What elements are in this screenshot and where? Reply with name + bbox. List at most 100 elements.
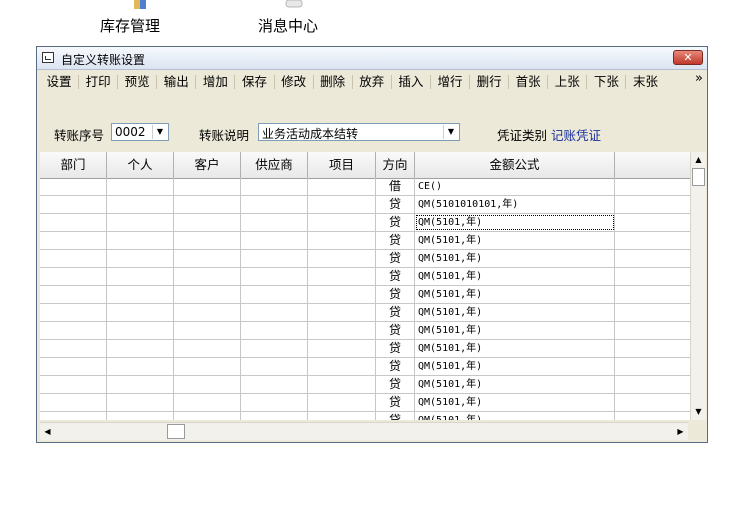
- supplier-cell[interactable]: [241, 412, 308, 420]
- direction-cell[interactable]: 贷: [376, 322, 415, 339]
- person-cell[interactable]: [107, 232, 174, 249]
- project-cell[interactable]: [308, 340, 376, 357]
- close-button[interactable]: ✕: [673, 50, 703, 65]
- table-row[interactable]: 贷QM(5101,年): [40, 232, 692, 250]
- formula-cell[interactable]: QM(5101,年): [415, 232, 615, 249]
- filler-cell[interactable]: [615, 394, 692, 411]
- toolbar-edit-button[interactable]: 修改: [278, 70, 310, 94]
- column-header-customer[interactable]: 客户: [174, 152, 241, 178]
- dept-cell[interactable]: [40, 358, 107, 375]
- toolbar-last-button[interactable]: 末张: [630, 70, 662, 94]
- direction-cell[interactable]: 贷: [376, 214, 415, 231]
- customer-cell[interactable]: [174, 394, 241, 411]
- toolbar-first-button[interactable]: 首张: [512, 70, 544, 94]
- dept-cell[interactable]: [40, 214, 107, 231]
- direction-cell[interactable]: 贷: [376, 286, 415, 303]
- scroll-left-icon[interactable]: ◀: [40, 424, 55, 439]
- supplier-cell[interactable]: [241, 286, 308, 303]
- supplier-cell[interactable]: [241, 304, 308, 321]
- project-cell[interactable]: [308, 286, 376, 303]
- formula-cell[interactable]: QM(5101,年): [415, 286, 615, 303]
- customer-cell[interactable]: [174, 214, 241, 231]
- formula-cell[interactable]: QM(5101,年): [415, 412, 615, 420]
- customer-cell[interactable]: [174, 322, 241, 339]
- supplier-cell[interactable]: [241, 214, 308, 231]
- table-row[interactable]: 贷 QM(5101010101,年): [40, 196, 692, 214]
- scroll-down-icon[interactable]: ▼: [691, 404, 706, 419]
- customer-cell[interactable]: [174, 412, 241, 420]
- seq-combo[interactable]: 0002 ▼: [111, 123, 169, 141]
- dept-cell[interactable]: [40, 232, 107, 249]
- dept-cell[interactable]: [40, 286, 107, 303]
- person-cell[interactable]: [107, 268, 174, 285]
- project-cell[interactable]: [308, 214, 376, 231]
- table-row[interactable]: 贷QM(5101,年): [40, 412, 692, 420]
- project-cell[interactable]: [308, 268, 376, 285]
- dept-cell[interactable]: [40, 196, 107, 213]
- scroll-thumb[interactable]: [167, 424, 185, 439]
- filler-cell[interactable]: [615, 250, 692, 267]
- project-cell[interactable]: [308, 358, 376, 375]
- toolbar-export-button[interactable]: 输出: [160, 70, 192, 94]
- formula-cell[interactable]: QM(5101,年): [415, 322, 615, 339]
- table-row[interactable]: 贷QM(5101,年): [40, 250, 692, 268]
- customer-cell[interactable]: [174, 340, 241, 357]
- table-row[interactable]: 借 CE(): [40, 178, 692, 196]
- desc-combo[interactable]: 业务活动成本结转 ▼: [258, 123, 460, 141]
- toolbar-settings-button[interactable]: 设置: [43, 70, 75, 94]
- table-row[interactable]: 贷QM(5101,年): [40, 214, 692, 232]
- customer-cell[interactable]: [174, 178, 241, 195]
- dept-cell[interactable]: [40, 394, 107, 411]
- customer-cell[interactable]: [174, 268, 241, 285]
- supplier-cell[interactable]: [241, 322, 308, 339]
- desktop-icon-inventory[interactable]: 库存管理: [75, 0, 185, 44]
- dept-cell[interactable]: [40, 376, 107, 393]
- supplier-cell[interactable]: [241, 340, 308, 357]
- project-cell[interactable]: [308, 232, 376, 249]
- formula-cell[interactable]: QM(5101,年): [415, 394, 615, 411]
- horizontal-scrollbar[interactable]: ◀ ▶: [40, 422, 688, 440]
- column-header-amount-formula[interactable]: 金额公式: [415, 152, 615, 178]
- toolbar-insert-button[interactable]: 插入: [395, 70, 427, 94]
- person-cell[interactable]: [107, 304, 174, 321]
- supplier-cell[interactable]: [241, 250, 308, 267]
- toolbar-add-button[interactable]: 增加: [199, 70, 231, 94]
- person-cell[interactable]: [107, 376, 174, 393]
- toolbar-save-button[interactable]: 保存: [239, 70, 271, 94]
- customer-cell[interactable]: [174, 196, 241, 213]
- person-cell[interactable]: [107, 358, 174, 375]
- customer-cell[interactable]: [174, 358, 241, 375]
- toolbar-overflow-icon[interactable]: »: [695, 70, 703, 88]
- direction-cell[interactable]: 贷: [376, 268, 415, 285]
- table-row[interactable]: 贷QM(5101,年): [40, 286, 692, 304]
- formula-cell[interactable]: CE(): [415, 178, 615, 195]
- scroll-up-icon[interactable]: ▲: [691, 152, 706, 167]
- direction-cell[interactable]: 贷: [376, 304, 415, 321]
- project-cell[interactable]: [308, 250, 376, 267]
- project-cell[interactable]: [308, 178, 376, 195]
- dept-cell[interactable]: [40, 322, 107, 339]
- person-cell[interactable]: [107, 196, 174, 213]
- table-row[interactable]: 贷QM(5101,年): [40, 358, 692, 376]
- customer-cell[interactable]: [174, 232, 241, 249]
- table-row[interactable]: 贷QM(5101,年): [40, 268, 692, 286]
- project-cell[interactable]: [308, 304, 376, 321]
- dept-cell[interactable]: [40, 412, 107, 420]
- filler-cell[interactable]: [615, 178, 692, 195]
- filler-cell[interactable]: [615, 214, 692, 231]
- filler-cell[interactable]: [615, 412, 692, 420]
- toolbar-delete-button[interactable]: 删除: [317, 70, 349, 94]
- toolbar-next-button[interactable]: 下张: [590, 70, 622, 94]
- formula-cell[interactable]: QM(5101,年): [415, 358, 615, 375]
- formula-cell[interactable]: QM(5101,年): [415, 250, 615, 267]
- title-bar[interactable]: 自定义转账设置 ✕: [37, 47, 707, 70]
- direction-cell[interactable]: 贷: [376, 412, 415, 420]
- desktop-icon-message-center[interactable]: 消息中心: [233, 0, 343, 44]
- customer-cell[interactable]: [174, 286, 241, 303]
- toolbar-discard-button[interactable]: 放弃: [356, 70, 388, 94]
- chevron-down-icon[interactable]: ▼: [443, 125, 458, 139]
- customer-cell[interactable]: [174, 376, 241, 393]
- formula-cell[interactable]: QM(5101,年): [415, 214, 615, 231]
- table-row[interactable]: 贷QM(5101,年): [40, 322, 692, 340]
- customer-cell[interactable]: [174, 250, 241, 267]
